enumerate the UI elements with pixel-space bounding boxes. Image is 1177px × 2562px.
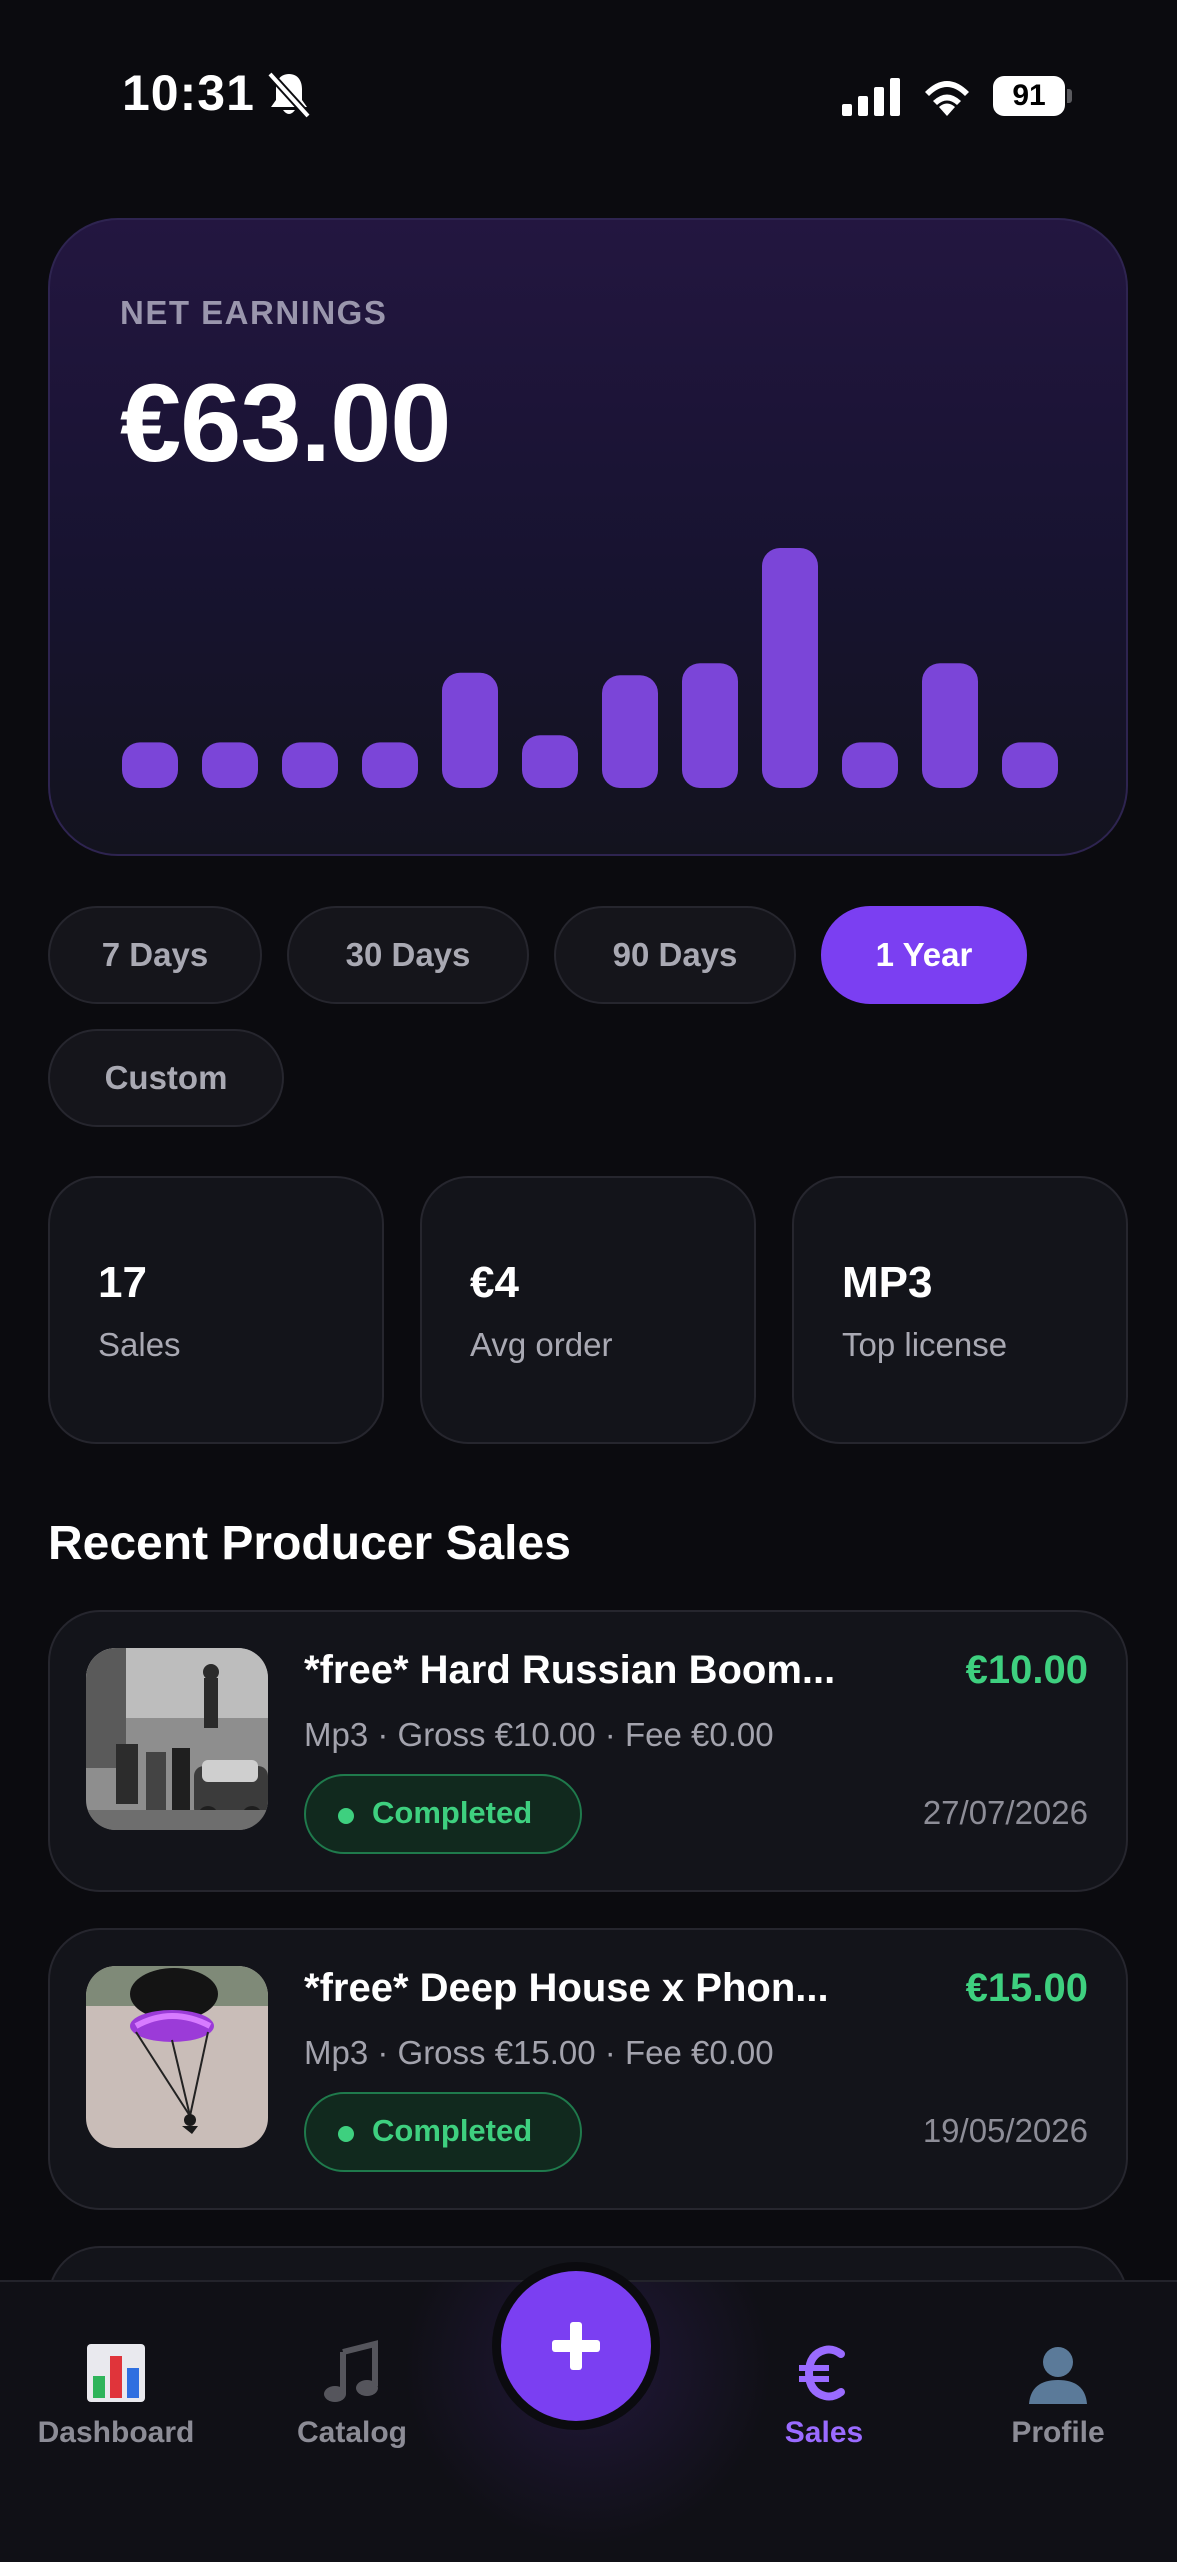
nav-label: Dashboard: [37, 2416, 195, 2449]
earnings-bar: [282, 742, 338, 788]
stat-value: MP3: [842, 1258, 933, 1307]
stat-label: Avg order: [470, 1326, 613, 1363]
euro-icon: [799, 2345, 845, 2401]
earnings-bar: [922, 663, 978, 788]
earnings-bar-chart: [122, 548, 1058, 788]
parachute-thumbnail: [86, 1966, 268, 2148]
earnings-bar: [122, 742, 178, 788]
sale-card[interactable]: *free* Deep House x Phon... €15.00 Mp3 ·…: [48, 1928, 1128, 2210]
sale-date: 19/05/2026: [922, 2112, 1088, 2149]
earnings-bar: [842, 742, 898, 788]
sale-meta: Mp3 · Gross €10.00 · Fee €0.00: [304, 1716, 774, 1753]
earnings-card: NET EARNINGS €63.00: [48, 218, 1128, 856]
sale-date: 27/07/2026: [922, 1794, 1088, 1831]
profile-icon: [1029, 2347, 1087, 2404]
nav-label: Catalog: [296, 2416, 407, 2449]
status-time: 10:31: [122, 65, 255, 121]
plus-icon: [552, 2322, 600, 2370]
earnings-bar: [362, 742, 418, 788]
wifi-icon: [925, 81, 969, 116]
stat-label: Sales: [98, 1326, 181, 1363]
range-90-days[interactable]: 90 Days: [554, 906, 796, 1004]
status-dot: [338, 1808, 354, 1824]
earnings-bar: [442, 672, 498, 788]
nav-dashboard[interactable]: Dashboard: [6, 2340, 226, 2490]
section-title: Recent Producer Sales: [48, 1517, 571, 1570]
range-1-year[interactable]: 1 Year: [821, 906, 1027, 1004]
nav-sales[interactable]: Sales: [714, 2340, 934, 2490]
earnings-bar: [522, 735, 578, 788]
stat-value: €4: [470, 1258, 519, 1307]
add-button[interactable]: [501, 2271, 651, 2421]
sale-title: *free* Deep House x Phon...: [304, 1966, 829, 2010]
music-note-icon: [324, 2340, 378, 2402]
earnings-bar: [202, 742, 258, 788]
sale-title: *free* Hard Russian Boom...: [304, 1648, 836, 1692]
status-bar: 10:31 91: [0, 0, 1177, 190]
status-text: Completed: [372, 2113, 533, 2148]
battery-level: 91: [993, 76, 1065, 116]
stat-label: Top license: [842, 1326, 1008, 1363]
status-badge: Completed: [304, 1774, 582, 1854]
sale-meta: Mp3 · Gross €15.00 · Fee €0.00: [304, 2034, 774, 2071]
cellular-signal-icon: [842, 78, 900, 116]
street-photo-thumbnail: [86, 1648, 268, 1830]
sale-amount: €10.00: [965, 1648, 1088, 1692]
status-text: Completed: [372, 1795, 533, 1830]
earnings-bar: [602, 675, 658, 788]
nav-profile[interactable]: Profile: [948, 2340, 1168, 2490]
stat-card-avg-order: €4 Avg order: [420, 1176, 756, 1444]
earnings-bar: [762, 548, 818, 788]
sale-card[interactable]: *free* Hard Russian Boom... €10.00 Mp3 ·…: [48, 1610, 1128, 1892]
stat-card-top-license: MP3 Top license: [792, 1176, 1128, 1444]
nav-catalog[interactable]: Catalog: [242, 2340, 462, 2490]
earnings-bar: [1002, 742, 1058, 788]
range-7-days[interactable]: 7 Days: [48, 906, 262, 1004]
nav-label: Profile: [1011, 2416, 1105, 2449]
nav-label: Sales: [784, 2416, 864, 2449]
bell-muted-icon: [267, 71, 311, 119]
bar-chart-icon: [87, 2344, 145, 2402]
battery-indicator: 91: [993, 76, 1073, 116]
sale-amount: €15.00: [965, 1966, 1088, 2010]
range-30-days[interactable]: 30 Days: [287, 906, 529, 1004]
range-custom[interactable]: Custom: [48, 1029, 284, 1127]
battery-cap: [1067, 89, 1072, 103]
stat-card-sales: 17 Sales: [48, 1176, 384, 1444]
stat-value: 17: [98, 1258, 147, 1307]
earnings-bar: [682, 663, 738, 788]
status-badge: Completed: [304, 2092, 582, 2172]
status-dot: [338, 2126, 354, 2142]
